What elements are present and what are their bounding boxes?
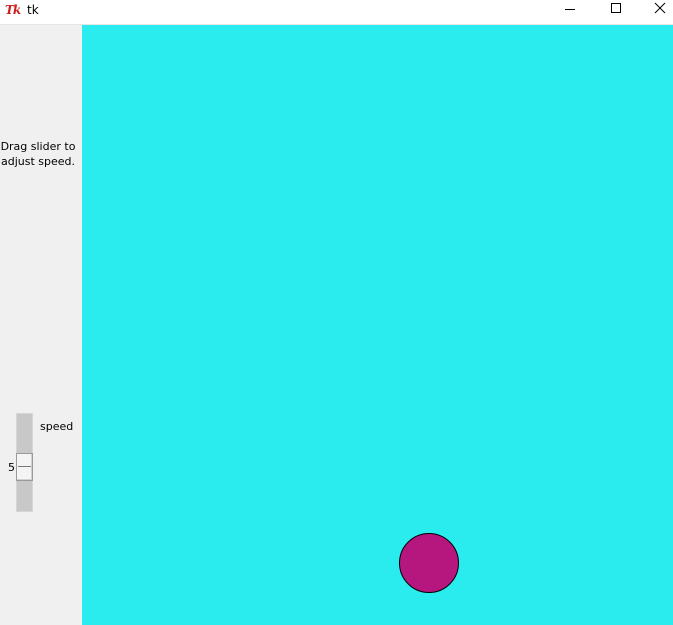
minimize-icon bbox=[565, 9, 575, 10]
speed-slider-thumb[interactable] bbox=[16, 453, 33, 481]
tk-logo-icon: Tk bbox=[5, 3, 21, 17]
speed-slider-label: speed bbox=[40, 420, 74, 433]
instructions-text: Drag slider to adjust speed. bbox=[0, 140, 76, 168]
animation-canvas bbox=[82, 25, 673, 625]
slider-grip-icon bbox=[18, 466, 31, 467]
window-title: tk bbox=[27, 3, 39, 17]
control-panel: Drag slider to adjust speed. speed 5 bbox=[0, 25, 82, 625]
maximize-icon bbox=[611, 3, 621, 13]
close-button[interactable] bbox=[637, 0, 673, 24]
maximize-button[interactable] bbox=[593, 0, 639, 24]
app-window: Tk tk Drag slider to adjust speed. speed… bbox=[0, 0, 673, 625]
bouncing-ball bbox=[399, 533, 459, 593]
speed-slider-value: 5 bbox=[8, 461, 15, 474]
minimize-button[interactable] bbox=[547, 0, 593, 24]
title-bar[interactable]: Tk tk bbox=[0, 0, 673, 25]
close-icon bbox=[654, 2, 666, 14]
